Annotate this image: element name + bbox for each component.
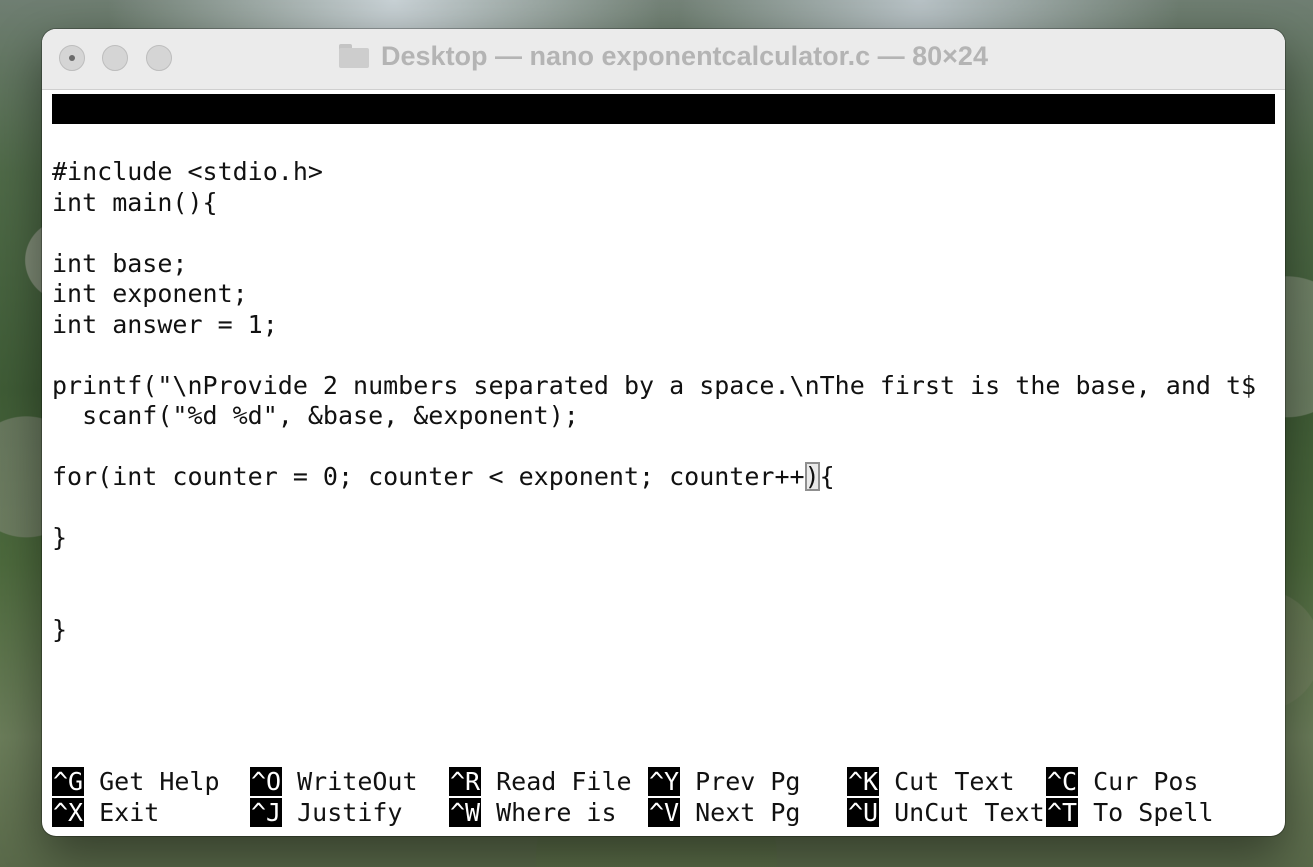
shortcut-read-file[interactable]: ^R Read File	[449, 766, 632, 797]
shortcut-key: ^V	[648, 798, 681, 827]
shortcut-key: ^X	[52, 798, 85, 827]
shortcut-key: ^U	[847, 798, 880, 827]
pico-version: UW PICO 5.09	[82, 124, 263, 153]
shortcut-next-pg[interactable]: ^V Next Pg	[648, 797, 800, 828]
code-line[interactable]	[52, 218, 1275, 249]
shortcut-label: Where is	[496, 798, 617, 827]
code-line[interactable]: int exponent;	[52, 279, 1275, 310]
code-line[interactable]: int base;	[52, 249, 1275, 280]
folder-icon	[339, 44, 370, 68]
terminal-window[interactable]: Desktop — nano exponentcalculator.c — 80…	[42, 29, 1285, 836]
code-line[interactable]	[52, 340, 1275, 371]
shortcut-label: Exit	[99, 798, 160, 827]
shortcut-key: ^J	[250, 798, 283, 827]
shortcut-label: To Spell	[1093, 798, 1214, 827]
shortcut-label: Prev Pg	[695, 767, 801, 796]
shortcut-key: ^C	[1046, 767, 1079, 796]
code-line[interactable]: #include <stdio.h>	[52, 157, 1275, 188]
shortcut-row: ^G Get Help ^O WriteOut ^R Read File ^Y Prev…	[52, 766, 1275, 797]
shortcut-to-spell[interactable]: ^T To Spell	[1046, 797, 1214, 828]
code-line[interactable]: scanf("%d %d", &base, &exponent);	[52, 401, 1275, 432]
pico-header-bar: UW PICO 5.09 File: exponentcalculator.c …	[52, 94, 1275, 213]
code-line[interactable]	[52, 493, 1275, 524]
shortcut-where-is[interactable]: ^W Where is	[449, 797, 617, 828]
shortcut-uncut-text[interactable]: ^U UnCut Text	[847, 797, 1045, 828]
shortcut-label: Cur Pos	[1093, 767, 1199, 796]
window-title: Desktop — nano exponentcalculator.c — 80…	[42, 41, 1285, 72]
code-line[interactable]: printf("\nProvide 2 numbers separated by…	[52, 371, 1275, 402]
code-line[interactable]: }	[52, 615, 1275, 646]
shortcut-prev-pg[interactable]: ^Y Prev Pg	[648, 766, 800, 797]
shortcut-key: ^G	[52, 767, 85, 796]
shortcut-writeout[interactable]: ^O WriteOut	[250, 766, 418, 797]
shortcut-label: Justify	[297, 798, 403, 827]
shortcut-key: ^W	[449, 798, 482, 827]
shortcut-get-help[interactable]: ^G Get Help	[52, 766, 220, 797]
code-line[interactable]: int main(){	[52, 188, 1275, 219]
window-titlebar[interactable]: Desktop — nano exponentcalculator.c — 80…	[42, 29, 1285, 90]
shortcut-bar: ^G Get Help ^O WriteOut ^R Read File ^Y Prev…	[52, 766, 1275, 828]
code-line[interactable]	[52, 584, 1275, 615]
shortcut-key: ^T	[1046, 798, 1079, 827]
code-line[interactable]: int answer = 1;	[52, 310, 1275, 341]
shortcut-key: ^O	[250, 767, 283, 796]
shortcut-cur-pos[interactable]: ^C Cur Pos	[1046, 766, 1198, 797]
code-text: for(int counter = 0; counter < exponent;…	[52, 462, 805, 491]
shortcut-label: WriteOut	[297, 767, 418, 796]
shortcut-cut-text[interactable]: ^K Cut Text	[847, 766, 1015, 797]
shortcut-key: ^Y	[648, 767, 681, 796]
shortcut-row: ^X Exit ^J Justify ^W Where is ^V Next Pg ^U…	[52, 797, 1275, 828]
editor-text-area[interactable]: #include <stdio.h> int main(){ int base;…	[52, 157, 1275, 645]
shortcut-exit[interactable]: ^X Exit	[52, 797, 159, 828]
shortcut-justify[interactable]: ^J Justify	[250, 797, 402, 828]
code-text: {	[819, 462, 835, 491]
window-title-text: Desktop — nano exponentcalculator.c — 80…	[381, 41, 988, 71]
shortcut-label: Read File	[496, 767, 632, 796]
shortcut-label: Get Help	[99, 767, 220, 796]
shortcut-key: ^R	[449, 767, 482, 796]
shortcut-label: UnCut Text	[894, 798, 1045, 827]
code-line[interactable]: }	[52, 523, 1275, 554]
shortcut-label: Next Pg	[695, 798, 801, 827]
code-line[interactable]	[52, 554, 1275, 585]
shortcut-label: Cut Text	[894, 767, 1015, 796]
code-line-with-cursor[interactable]: for(int counter = 0; counter < exponent;…	[52, 462, 1275, 493]
code-line[interactable]	[52, 432, 1275, 463]
shortcut-key: ^K	[847, 767, 880, 796]
text-cursor: )	[804, 462, 820, 491]
